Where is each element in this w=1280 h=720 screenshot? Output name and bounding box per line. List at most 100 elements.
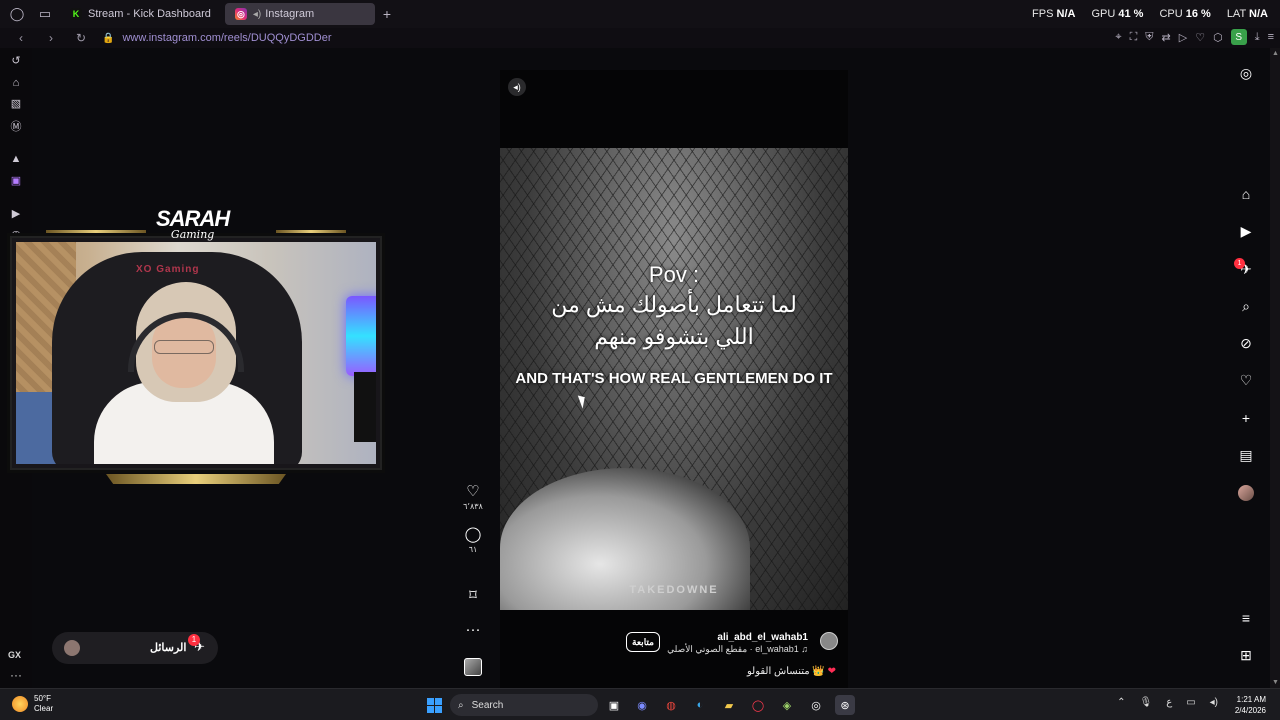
reel-caption[interactable]: متنساش القولو 👑 ❤ bbox=[747, 666, 836, 677]
overlay-arabic-2: اللي بتشوفو منهم bbox=[594, 324, 754, 349]
microphone-icon[interactable]: 🎙 bbox=[1140, 697, 1153, 708]
tab-island-icon[interactable]: ▭ bbox=[34, 3, 56, 25]
workspaces-icon[interactable]: ⌂ bbox=[9, 76, 23, 90]
author-username[interactable]: ali_abd_el_wahab1 bbox=[717, 632, 808, 643]
file-explorer-icon[interactable]: ▰ bbox=[719, 695, 739, 715]
dashboard-icon[interactable]: ▤ bbox=[1237, 446, 1255, 464]
red-heart-icon: ❤ bbox=[827, 666, 836, 677]
like-button[interactable]: ♡ ٦٬٨٣٨ bbox=[462, 484, 484, 512]
also-from-meta-icon[interactable]: ⊞ bbox=[1237, 646, 1255, 664]
translate-icon[interactable]: ⇄ bbox=[1162, 31, 1171, 44]
tab-label: Stream - Kick Dashboard bbox=[88, 8, 211, 20]
create-icon[interactable]: + bbox=[1237, 409, 1255, 427]
download-icon[interactable]: ⤓ bbox=[1255, 31, 1260, 44]
more-options-button[interactable]: ··· bbox=[462, 622, 484, 638]
lock-icon[interactable]: 🔒 bbox=[102, 33, 114, 44]
player-icon[interactable]: ▷ bbox=[1179, 31, 1187, 44]
cpu-stat: CPU 16 % bbox=[1159, 8, 1211, 20]
webcam-overlay: XO Gaming SARAH Gaming bbox=[6, 200, 386, 490]
audio-track[interactable]: ♫ el_wahab1 · مقطع الصوتي الأصلي bbox=[667, 644, 808, 655]
task-view-icon[interactable]: ▣ bbox=[604, 695, 624, 715]
taskbar-search[interactable]: ⌕ Search bbox=[450, 694, 598, 716]
tab-kick-dashboard[interactable]: K Stream - Kick Dashboard bbox=[60, 3, 221, 25]
search-icon[interactable]: ⌕ bbox=[1237, 297, 1255, 315]
language-indicator[interactable]: ع bbox=[1166, 697, 1172, 708]
browser-tab-bar: ◯ ▭ K Stream - Kick Dashboard ◎ ◂) Insta… bbox=[0, 0, 1280, 28]
more-horizontal-icon: ··· bbox=[465, 621, 481, 638]
heart-icon[interactable]: ♡ bbox=[1195, 31, 1205, 44]
instagram-logo-icon[interactable]: ◎ bbox=[1237, 64, 1255, 82]
app-icon[interactable]: ◈ bbox=[777, 695, 797, 715]
author-avatar[interactable] bbox=[820, 632, 838, 650]
menu-icon[interactable]: ≡ bbox=[1237, 609, 1255, 627]
new-tab-button[interactable]: + bbox=[383, 6, 391, 22]
forward-icon[interactable]: › bbox=[42, 31, 60, 45]
edge-icon[interactable]: ◐ bbox=[690, 695, 710, 715]
twitch-icon[interactable]: ▣ bbox=[9, 174, 23, 188]
reel-player[interactable]: ◂) Pov : لما تتعامل بأصولك مش من اللي بت… bbox=[500, 70, 848, 688]
adblock-icon[interactable]: ⛨ bbox=[1145, 31, 1153, 44]
rgb-microphone bbox=[346, 296, 376, 376]
notifications-icon[interactable]: ♡ bbox=[1237, 371, 1255, 389]
pin-icon[interactable]: ⌖ bbox=[1115, 31, 1121, 44]
overlay-pov: Pov : bbox=[648, 262, 700, 287]
start-button[interactable] bbox=[424, 695, 444, 715]
url-field[interactable]: www.instagram.com/reels/DUQQyDGDDer bbox=[122, 32, 331, 44]
extensions-icon[interactable]: ⬡ bbox=[1213, 31, 1223, 44]
tab-instagram[interactable]: ◎ ◂) Instagram bbox=[224, 3, 375, 25]
scroll-down-icon[interactable]: ▼ bbox=[1272, 679, 1279, 686]
gx-logo[interactable]: GX bbox=[8, 650, 21, 660]
reel-video[interactable]: Pov : لما تتعامل بأصولك مش من اللي بتشوف… bbox=[500, 148, 848, 610]
m-app-icon[interactable]: Ⓜ bbox=[9, 120, 23, 134]
weather-icon bbox=[12, 696, 28, 712]
home-icon[interactable]: ⌂ bbox=[1237, 185, 1255, 203]
network-icon[interactable]: ▭ bbox=[1186, 697, 1195, 708]
messages-button[interactable]: الرسائل ✈ 1 bbox=[52, 632, 218, 664]
mic-stand bbox=[354, 372, 376, 442]
comment-button[interactable]: ◯ ٦١ bbox=[462, 527, 484, 555]
chrome-icon[interactable]: ◍ bbox=[661, 695, 681, 715]
webcam-frame: XO Gaming bbox=[10, 236, 382, 470]
reels-icon[interactable]: ▶ bbox=[1237, 222, 1255, 240]
more-icon[interactable]: ··· bbox=[10, 668, 22, 682]
profile-avatar[interactable]: S bbox=[1230, 29, 1247, 45]
weather-widget[interactable]: 50°F Clear bbox=[12, 694, 53, 714]
opera-gx-icon[interactable]: ◯ bbox=[748, 695, 768, 715]
follow-button[interactable]: متابعة bbox=[626, 632, 660, 652]
volume-icon[interactable]: ◂) bbox=[1210, 697, 1218, 708]
bookmark-icon: ⌑ bbox=[469, 587, 477, 604]
clock[interactable]: 1:21 AM 2/4/2026 bbox=[1235, 694, 1266, 716]
history-icon[interactable]: ↺ bbox=[9, 54, 23, 68]
scroll-up-icon[interactable]: ▲ bbox=[1272, 50, 1279, 57]
aria-icon[interactable]: ▲ bbox=[9, 152, 23, 166]
obs-icon[interactable]: ◎ bbox=[806, 695, 826, 715]
search-label: Search bbox=[471, 699, 504, 711]
page-scrollbar[interactable]: ▲ ▼ bbox=[1270, 48, 1280, 688]
sarah-gaming-logo: SARAH Gaming bbox=[156, 206, 230, 241]
snapshot-icon[interactable]: ⛶ bbox=[1130, 31, 1138, 44]
opera-menu-icon[interactable]: ◯ bbox=[6, 3, 28, 25]
instagram-icon: ◎ bbox=[234, 8, 247, 20]
volume-icon[interactable]: ◂) bbox=[508, 78, 526, 96]
messages-label: الرسائل bbox=[150, 642, 187, 654]
discord-icon[interactable]: ◉ bbox=[632, 695, 652, 715]
weather-desc: Clear bbox=[34, 704, 54, 713]
tab-audio-icon[interactable]: ◂) bbox=[253, 9, 261, 20]
explore-icon[interactable]: ⊘ bbox=[1237, 334, 1255, 352]
chevron-up-icon[interactable]: ⌃ bbox=[1117, 697, 1125, 708]
pinboard-icon[interactable]: ▧ bbox=[9, 97, 23, 111]
weather-temp: 50°F bbox=[34, 694, 51, 703]
easy-setup-icon[interactable]: ≡ bbox=[1268, 31, 1274, 43]
streamer bbox=[94, 282, 274, 464]
avatar bbox=[64, 640, 80, 656]
system-tray: ⌃ 🎙 ع ▭ ◂) bbox=[1117, 697, 1218, 708]
profile-avatar[interactable] bbox=[1238, 485, 1254, 501]
reload-icon[interactable]: ↻ bbox=[72, 31, 90, 45]
save-button[interactable]: ⌑ bbox=[462, 588, 484, 604]
back-icon[interactable]: ‹ bbox=[12, 31, 30, 45]
reel-info: ali_abd_el_wahab1 ♫ el_wahab1 · مقطع الص… bbox=[500, 620, 848, 688]
steam-icon[interactable]: ⊛ bbox=[835, 695, 855, 715]
instagram-nav: ◎ ⌂ ▶ ✈ ⌕ ⊘ ♡ + ▤ ≡ ⊞ bbox=[1228, 48, 1264, 688]
gpu-stat: GPU 41 % bbox=[1091, 8, 1144, 20]
audio-thumbnail[interactable] bbox=[464, 658, 482, 676]
